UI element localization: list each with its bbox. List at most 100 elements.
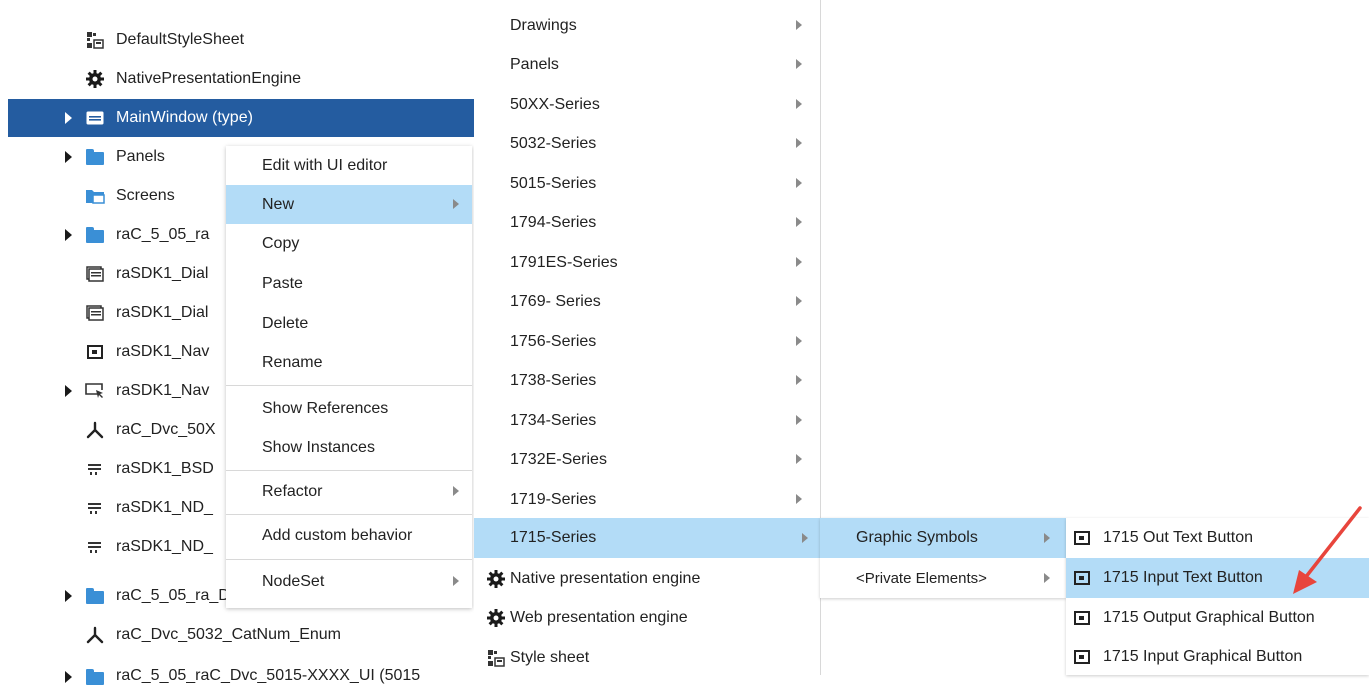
enum-icon [85, 421, 105, 439]
tree-item-label: raC_Dvc_5032_CatNum_Enum [116, 626, 341, 643]
tree-item-defaultstylesheet[interactable]: DefaultStyleSheet [8, 21, 490, 59]
menu-item-1769-series[interactable]: 1769- Series [474, 282, 820, 321]
tree-item-rac-dvc-5032-catnum-enum[interactable]: raC_Dvc_5032_CatNum_Enum [8, 616, 490, 654]
folder-icon [85, 148, 105, 166]
menu-item-drawings[interactable]: Drawings [474, 6, 820, 45]
menu-item-1738-series[interactable]: 1738-Series [474, 361, 820, 400]
menu-item-label: New [262, 195, 295, 213]
nav-button-icon [85, 382, 105, 400]
menu-item-label: 1715-Series [510, 529, 597, 546]
tree-item-label: Screens [116, 187, 175, 204]
menu-item-panels[interactable]: Panels [474, 45, 820, 84]
menu-item-label: 1794-Series [510, 213, 597, 231]
menu-item-5015-series[interactable]: 5015-Series [474, 164, 820, 203]
menu-item-1732e-series[interactable]: 1732E-Series [474, 440, 820, 479]
menu-item-1794-series[interactable]: 1794-Series [474, 203, 820, 242]
submenu-arrow-icon [453, 486, 459, 496]
menu-item-label: 1715 Out Text Button [1103, 529, 1254, 546]
folder-icon [85, 668, 105, 686]
menu-item-1791es-series[interactable]: 1791ES-Series [474, 243, 820, 282]
expand-arrow-icon[interactable] [65, 671, 72, 683]
dialog-icon [85, 304, 105, 322]
context-menu: Edit with UI editor New Copy Paste Delet… [226, 146, 472, 608]
tree-item-rac-5-05-dvc-5015[interactable]: raC_5_05_raC_Dvc_5015-XXXX_UI (5015 [8, 658, 490, 696]
tree-item-label: raC_5_05_ra [116, 226, 210, 243]
menu-item-1715-series[interactable]: 1715-Series [474, 518, 820, 558]
enum-icon [85, 626, 105, 644]
menu-item-web-presentation-engine[interactable]: Web presentation engine [474, 598, 820, 637]
submenu-arrow-icon [796, 217, 802, 227]
tree-item-label: Panels [116, 148, 165, 165]
menu-item-refactor[interactable]: Refactor [226, 472, 472, 511]
menu-item-add-custom-behavior[interactable]: Add custom behavior [226, 516, 472, 555]
expand-arrow-icon[interactable] [65, 229, 72, 241]
menu-item-label: Panels [510, 55, 559, 73]
menu-separator [226, 514, 472, 515]
menu-separator [226, 385, 472, 386]
submenu-arrow-icon [796, 99, 802, 109]
menu-item-1715-input-graphical-button[interactable]: 1715 Input Graphical Button [1066, 638, 1369, 675]
button-icon [1074, 571, 1090, 585]
submenu-arrow-icon [796, 375, 802, 385]
struct-icon [85, 499, 105, 517]
menu-item-show-references[interactable]: Show References [226, 389, 472, 428]
menu-item-label: <Private Elements> [856, 569, 987, 587]
menu-item-edit-ui-editor[interactable]: Edit with UI editor [226, 146, 472, 185]
menu-item-label: Native presentation engine [510, 569, 701, 587]
button-icon [1074, 650, 1090, 664]
submenu-arrow-icon [802, 533, 808, 543]
menu-item-label: Drawings [510, 16, 577, 34]
folder-icon [85, 226, 105, 244]
menu-item-nodeset[interactable]: NodeSet [226, 562, 472, 601]
expand-arrow-icon[interactable] [65, 385, 72, 397]
tree-item-label: raSDK1_Dial [116, 304, 209, 321]
menu-item-1715-output-graphical-button[interactable]: 1715 Output Graphical Button [1066, 598, 1369, 638]
submenu-arrow-icon [796, 178, 802, 188]
struct-icon [85, 538, 105, 556]
menu-item-label: Style sheet [510, 648, 590, 666]
new-submenu: Drawings Panels 50XX-Series 5032-Series … [474, 0, 821, 675]
expand-arrow-icon[interactable] [65, 151, 72, 163]
tree-item-nativepresentationengine[interactable]: NativePresentationEngine [8, 60, 490, 98]
menu-item-label: 1756-Series [510, 332, 597, 350]
expand-arrow-icon[interactable] [65, 112, 72, 124]
menu-item-show-instances[interactable]: Show Instances [226, 428, 472, 467]
tree-item-label: raC_Dvc_50X [116, 421, 216, 438]
menu-item-paste[interactable]: Paste [226, 264, 472, 303]
submenu-arrow-icon [796, 415, 802, 425]
menu-separator [226, 559, 472, 560]
submenu-arrow-icon [796, 296, 802, 306]
button-icon [85, 343, 105, 361]
menu-item-native-presentation-engine[interactable]: Native presentation engine [474, 559, 820, 598]
menu-item-label: 1734-Series [510, 411, 597, 429]
menu-item-rename[interactable]: Rename [226, 343, 472, 382]
menu-item-5032-series[interactable]: 5032-Series [474, 124, 820, 163]
expand-arrow-icon[interactable] [65, 590, 72, 602]
menu-item-style-sheet[interactable]: Style sheet [474, 638, 820, 677]
menu-item-label: 1769- Series [510, 292, 601, 310]
menu-item-delete[interactable]: Delete [226, 304, 472, 343]
window-type-icon [85, 109, 105, 127]
menu-item-1756-series[interactable]: 1756-Series [474, 322, 820, 361]
menu-item-new[interactable]: New [226, 185, 472, 224]
tree-item-mainwindow[interactable]: MainWindow (type) [8, 99, 490, 137]
tree-item-label: raSDK1_Nav [116, 382, 210, 399]
submenu-arrow-icon [796, 494, 802, 504]
menu-item-1734-series[interactable]: 1734-Series [474, 401, 820, 440]
button-icon [1074, 611, 1090, 625]
menu-item-50xx-series[interactable]: 50XX-Series [474, 85, 820, 124]
menu-item-graphic-symbols[interactable]: Graphic Symbols [820, 518, 1066, 558]
menu-item-copy[interactable]: Copy [226, 224, 472, 263]
menu-separator [226, 470, 472, 471]
gear-icon [85, 70, 105, 88]
menu-item-label: Rename [262, 353, 323, 371]
menu-item-label: Paste [262, 274, 303, 292]
submenu-arrow-icon [796, 454, 802, 464]
menu-item-1719-series[interactable]: 1719-Series [474, 480, 820, 519]
menu-item-private-elements[interactable]: <Private Elements> [820, 558, 1066, 598]
submenu-arrow-icon [453, 576, 459, 586]
submenu-arrow-icon [796, 59, 802, 69]
submenu-arrow-icon [796, 336, 802, 346]
tree-item-label: MainWindow (type) [116, 109, 253, 126]
button-icon [1074, 531, 1090, 545]
